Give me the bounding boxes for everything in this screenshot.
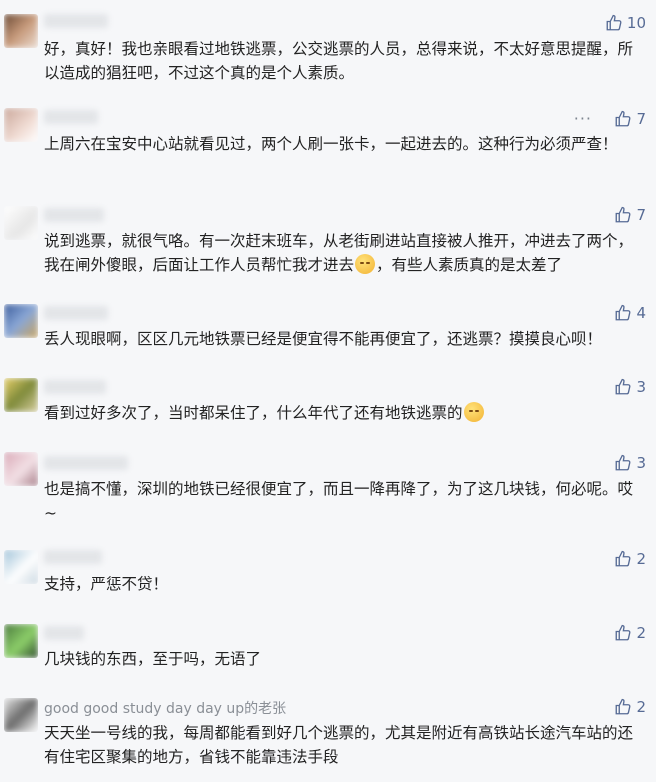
comment-text: 看到过好多次了，当时都呆住了，什么年代了还有地铁逃票的 <box>44 401 644 425</box>
thumbs-up-icon <box>616 454 631 471</box>
nickname-blurred[interactable] <box>44 626 84 640</box>
comment-text: 好，真好！我也亲眼看过地铁逃票，公交逃票的人员，总得来说，不太好意思提醒，所以造… <box>44 40 634 82</box>
like-button[interactable]: 2 <box>614 696 646 718</box>
comment-text: 上周六在宝安中心站就看见过，两个人刷一张卡，一起进去的。这种行为必须严查！ <box>44 135 618 153</box>
avatar[interactable] <box>4 304 38 338</box>
comment-text: 丢人现眼啊，区区几元地铁票已经是便宜得不能再便宜了，还逃票？摸摸良心呗！ <box>44 330 603 348</box>
like-button[interactable]: 7 <box>614 108 646 130</box>
comment-text: 也是搞不懂，深圳的地铁已经很便宜了，而且一降再降了，为了这几块钱，何必呢。哎 ~ <box>44 480 634 522</box>
like-button[interactable]: 2 <box>614 622 646 644</box>
like-count: 7 <box>636 110 646 128</box>
comment-text: 说到逃票，就很气咯。有一次赶末班车，从老街刷进站直接被人推开，冲进去了两个，我在… <box>44 229 644 277</box>
avatar[interactable] <box>4 550 38 584</box>
like-button[interactable]: 3 <box>614 452 646 474</box>
nickname-blurred[interactable] <box>44 14 108 28</box>
avatar[interactable] <box>4 452 38 486</box>
like-button[interactable]: 10 <box>605 12 646 34</box>
like-button[interactable]: 4 <box>614 302 646 324</box>
comment-text: 支持，严惩不贷！ <box>44 575 169 593</box>
avatar[interactable] <box>4 698 38 732</box>
comment-text-part: ，有些人素质真的是太差了 <box>376 256 563 274</box>
like-count: 10 <box>626 14 646 32</box>
like-count: 7 <box>636 206 646 224</box>
like-count: 3 <box>636 378 646 396</box>
comment-text: 天天坐一号线的我，每周都能看到好几个逃票的，尤其是附近有高铁站长途汽车站的还有住… <box>44 724 634 766</box>
thumbs-up-icon <box>616 110 631 127</box>
like-count: 2 <box>636 550 646 568</box>
more-dots-icon[interactable]: ··· <box>574 111 592 127</box>
thumbs-up-icon <box>616 550 631 567</box>
nickname-blurred[interactable] <box>44 550 102 564</box>
comment-text: 几块钱的东西，至于吗，无语了 <box>44 650 262 668</box>
thumbs-up-icon <box>616 698 631 715</box>
thumbs-up-icon <box>616 304 631 321</box>
thumbs-up-icon <box>616 378 631 395</box>
avatar[interactable] <box>4 108 38 142</box>
nickname-blurred[interactable] <box>44 456 128 470</box>
embarrassed-emoji <box>355 254 376 274</box>
nickname[interactable]: good good study day day up的老张 <box>44 700 286 718</box>
avatar[interactable] <box>4 206 38 240</box>
like-count: 2 <box>636 698 646 716</box>
comment-text-part: 看到过好多次了，当时都呆住了，什么年代了还有地铁逃票的 <box>44 404 463 422</box>
like-button[interactable]: 7 <box>614 204 646 226</box>
avatar[interactable] <box>4 624 38 658</box>
nickname-blurred[interactable] <box>44 380 106 394</box>
nickname-blurred[interactable] <box>44 306 108 320</box>
thumbs-up-icon <box>606 14 622 31</box>
like-button[interactable]: 2 <box>614 548 646 570</box>
comment-feed: 10 好，真好！我也亲眼看过地铁逃票，公交逃票的人员，总得来说，不太好意思提醒，… <box>0 0 656 782</box>
like-count: 3 <box>636 454 646 472</box>
like-count: 4 <box>636 304 646 322</box>
avatar[interactable] <box>4 14 38 48</box>
avatar[interactable] <box>4 378 38 412</box>
thumbs-up-icon <box>616 206 631 223</box>
nickname-blurred[interactable] <box>44 208 104 222</box>
nickname-blurred[interactable] <box>44 110 98 124</box>
thumbs-up-icon <box>616 624 631 641</box>
like-button[interactable]: 3 <box>614 376 646 398</box>
sleepy-emoji <box>463 402 484 422</box>
like-count: 2 <box>636 624 646 642</box>
